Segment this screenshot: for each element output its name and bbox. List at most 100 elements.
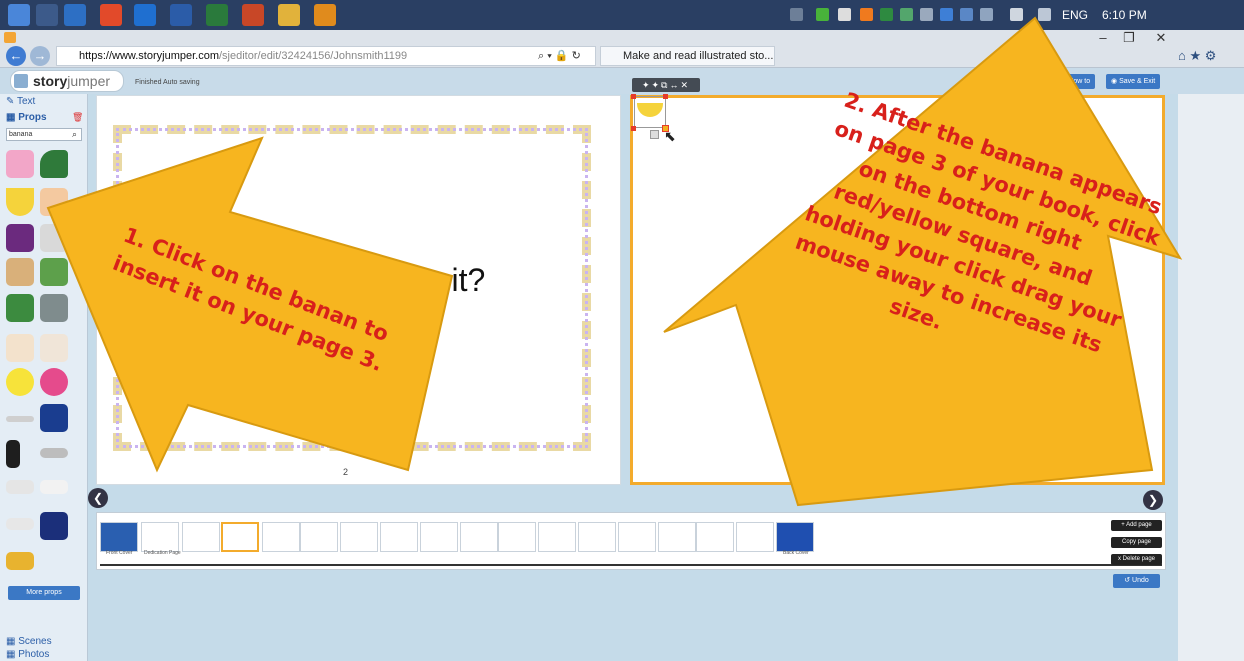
apps-icon[interactable] <box>36 4 58 26</box>
close-window-button[interactable]: ✕ <box>1150 31 1172 46</box>
banana-selection-box[interactable] <box>634 96 666 128</box>
tray-app-icon[interactable] <box>860 8 873 21</box>
hand-prop-icon[interactable] <box>6 480 34 494</box>
resize-handle-top-right[interactable] <box>663 94 668 99</box>
dog-prop-icon[interactable] <box>6 258 34 286</box>
tray-grid-icon[interactable] <box>880 8 893 21</box>
tray-keyboard-icon[interactable] <box>790 8 803 21</box>
thumb-page-5[interactable] <box>300 522 338 552</box>
scenes-tab[interactable]: ▦ Scenes <box>6 636 52 647</box>
mail-icon[interactable] <box>64 4 86 26</box>
undo-button[interactable]: ↺ Undo <box>1113 574 1160 588</box>
firefox-icon[interactable] <box>100 4 122 26</box>
resize-handle-top-left[interactable] <box>631 94 636 99</box>
element-toolbar[interactable]: ✦✦⧉↔✕ <box>632 78 700 92</box>
face-prop-icon[interactable] <box>6 334 34 362</box>
thumb-page-15[interactable] <box>696 522 734 552</box>
thumb-front-cover[interactable] <box>100 522 138 552</box>
excel-icon[interactable] <box>206 4 228 26</box>
thumb-page-6[interactable] <box>340 522 378 552</box>
thumb-page-10[interactable] <box>498 522 536 552</box>
banana-prop[interactable] <box>637 103 663 117</box>
trash-icon[interactable]: 🗑 <box>72 112 83 123</box>
dress-prop-icon[interactable] <box>6 150 34 178</box>
page-3-text[interactable]: Ye <box>868 380 891 403</box>
stick-prop-icon[interactable] <box>6 416 34 422</box>
thumb-back-cover[interactable] <box>776 522 814 552</box>
browser-tab[interactable]: Make and read illustrated sto... × <box>600 46 775 66</box>
tray-check-icon[interactable] <box>816 8 829 21</box>
save-exit-button[interactable]: ◉ Save & Exit <box>1106 74 1161 89</box>
word-icon[interactable] <box>170 4 192 26</box>
photos-tab[interactable]: ▦ Photos <box>6 649 49 660</box>
more-props-button[interactable]: More props <box>8 586 80 600</box>
cat-prop-icon[interactable] <box>40 294 68 322</box>
tray-bluetooth-icon[interactable] <box>940 8 953 21</box>
props-tab[interactable]: ▦ Props <box>6 112 47 123</box>
internet-explorer-icon[interactable] <box>134 4 156 26</box>
thumb-page-8[interactable] <box>420 522 458 552</box>
search-refresh-icons[interactable]: ⌕ ▾ 🔒 ↻ <box>538 49 581 63</box>
language-indicator[interactable]: ENG <box>1062 8 1088 22</box>
thumb-page-4[interactable] <box>262 522 300 552</box>
rotate-handle[interactable] <box>650 130 659 139</box>
copy-page-button[interactable]: Copy page <box>1111 537 1162 548</box>
tray-update-icon[interactable] <box>960 8 973 21</box>
start-icon[interactable] <box>8 4 30 26</box>
sun-prop-icon[interactable] <box>6 368 34 396</box>
tent-prop-icon[interactable] <box>6 552 34 570</box>
thumb-page-9[interactable] <box>460 522 498 552</box>
home-favorites-settings-icons[interactable]: ⌂ ★ ⚙ <box>1178 48 1216 64</box>
face2-prop-icon[interactable] <box>40 334 68 362</box>
back-button[interactable]: ← <box>6 46 26 66</box>
book-page-3[interactable] <box>630 95 1165 485</box>
next-page-icon[interactable]: ❯ <box>1143 490 1163 510</box>
strip-scrollbar[interactable] <box>100 564 1162 566</box>
powerpoint-icon[interactable] <box>242 4 264 26</box>
add-page-button[interactable]: + Add page <box>1111 520 1162 531</box>
boy-prop-icon[interactable] <box>40 258 68 286</box>
thumb-page-2[interactable] <box>182 522 220 552</box>
thumb-page-3[interactable] <box>221 522 259 552</box>
tray-sync-icon[interactable] <box>920 8 933 21</box>
minimize-button[interactable]: – <box>1092 31 1114 46</box>
thumb-page-7[interactable] <box>380 522 418 552</box>
tray-network-icon[interactable] <box>900 8 913 21</box>
hat-prop-icon[interactable] <box>40 512 68 540</box>
thumb-page-16[interactable] <box>736 522 774 552</box>
address-bar[interactable]: https://www.storyjumper.com/sjeditor/edi… <box>56 46 596 66</box>
text-tab[interactable]: ✎ Text <box>6 96 35 107</box>
restore-button[interactable]: ❐ <box>1118 31 1140 46</box>
banana-prop-icon[interactable] <box>6 188 34 216</box>
print-button[interactable]: ▤ Print <box>1012 74 1045 89</box>
media-player-icon[interactable] <box>314 4 336 26</box>
thumb-dedication[interactable] <box>141 522 179 552</box>
balloons-prop-icon[interactable] <box>40 368 68 396</box>
bowl-prop-icon[interactable] <box>40 448 68 458</box>
tray-wifi-icon[interactable] <box>1038 8 1051 21</box>
flag-prop-icon[interactable] <box>40 404 68 432</box>
thumb-page-11[interactable] <box>538 522 576 552</box>
unicorn-prop-icon[interactable] <box>40 224 68 252</box>
kid-prop-icon[interactable] <box>6 294 34 322</box>
howto-button[interactable]: ▶ How to <box>1056 74 1096 89</box>
forward-button[interactable]: → <box>30 46 50 66</box>
princess-prop-icon[interactable] <box>6 224 34 252</box>
dinosaur-prop-icon[interactable] <box>40 150 68 178</box>
star-border-frame[interactable] <box>113 125 591 451</box>
tray-display-icon[interactable] <box>980 8 993 21</box>
folder-icon[interactable] <box>278 4 300 26</box>
page-2-text[interactable]: lor is it? <box>375 262 485 299</box>
music-notes-prop-icon[interactable] <box>40 480 68 494</box>
delete-page-button[interactable]: x Delete page <box>1111 554 1162 565</box>
previous-page-icon[interactable]: ❮ <box>88 488 108 508</box>
penguin-prop-icon[interactable] <box>6 440 20 468</box>
search-icon[interactable]: ⌕ <box>72 129 77 140</box>
clock[interactable]: 6:10 PM <box>1102 8 1147 22</box>
thumb-page-12[interactable] <box>578 522 616 552</box>
resize-handle-bottom-left[interactable] <box>631 126 636 131</box>
thumb-page-14[interactable] <box>658 522 696 552</box>
ribbon-prop-icon[interactable] <box>6 518 34 530</box>
props-search-input[interactable]: banana <box>6 128 82 141</box>
thumb-page-13[interactable] <box>618 522 656 552</box>
